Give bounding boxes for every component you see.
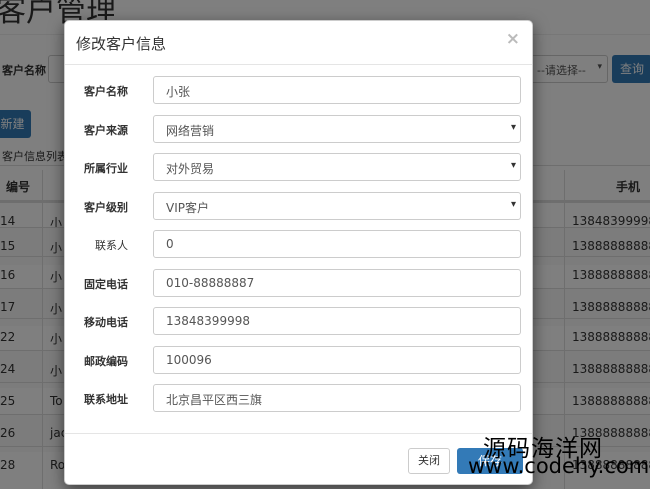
contact-label: 联系人 [95, 239, 128, 252]
customer-source-label: 客户来源 [84, 124, 128, 137]
mobile-input[interactable]: 13848399998 [153, 307, 521, 335]
watermark-url: www.codehy.com [468, 454, 650, 478]
form-row-customer-name: 客户名称 小张 [65, 76, 532, 104]
edit-customer-modal: 修改客户信息 × 客户名称 小张 客户来源 网络营销 ▾ 所属行业 对外贸易 ▾… [64, 20, 533, 485]
close-button[interactable]: 关闭 [408, 448, 450, 474]
contact-input[interactable]: 0 [153, 230, 521, 258]
chevron-down-icon: ▾ [510, 199, 516, 210]
chevron-down-icon: ▾ [510, 122, 516, 133]
modal-footer: 关闭 保存 [65, 433, 532, 486]
close-icon[interactable]: × [506, 29, 520, 49]
address-label: 联系地址 [84, 393, 128, 406]
customer-name-input[interactable]: 小张 [153, 76, 521, 104]
zipcode-label: 邮政编码 [84, 355, 128, 368]
form-row-landline: 固定电话 010-88888887 [65, 269, 532, 297]
mobile-label: 移动电话 [84, 316, 128, 329]
customer-level-select[interactable]: VIP客户 ▾ [153, 192, 521, 220]
landline-input[interactable]: 010-88888887 [153, 269, 521, 297]
customer-source-value: 网络营销 [166, 124, 215, 138]
modal-title: 修改客户信息 [76, 35, 167, 53]
form-row-industry: 所属行业 对外贸易 ▾ [65, 153, 532, 181]
chevron-down-icon: ▾ [510, 160, 516, 171]
customer-level-label: 客户级别 [84, 201, 128, 214]
industry-select[interactable]: 对外贸易 ▾ [153, 153, 521, 181]
industry-label: 所属行业 [84, 162, 128, 175]
customer-source-select[interactable]: 网络营销 ▾ [153, 115, 521, 143]
form-row-customer-source: 客户来源 网络营销 ▾ [65, 115, 532, 143]
customer-level-value: VIP客户 [166, 201, 209, 215]
landline-label: 固定电话 [84, 278, 128, 291]
modal-header: 修改客户信息 × [65, 21, 532, 65]
address-input[interactable]: 北京昌平区西三旗 [153, 384, 521, 412]
form-row-customer-level: 客户级别 VIP客户 ▾ [65, 192, 532, 220]
zipcode-input[interactable]: 100096 [153, 346, 521, 374]
form-row-mobile: 移动电话 13848399998 [65, 307, 532, 335]
industry-value: 对外贸易 [166, 162, 215, 176]
form-row-contact: 联系人 0 [65, 230, 532, 258]
form-row-zipcode: 邮政编码 100096 [65, 346, 532, 374]
form-row-address: 联系地址 北京昌平区西三旗 [65, 384, 532, 412]
customer-name-label: 客户名称 [84, 85, 128, 98]
